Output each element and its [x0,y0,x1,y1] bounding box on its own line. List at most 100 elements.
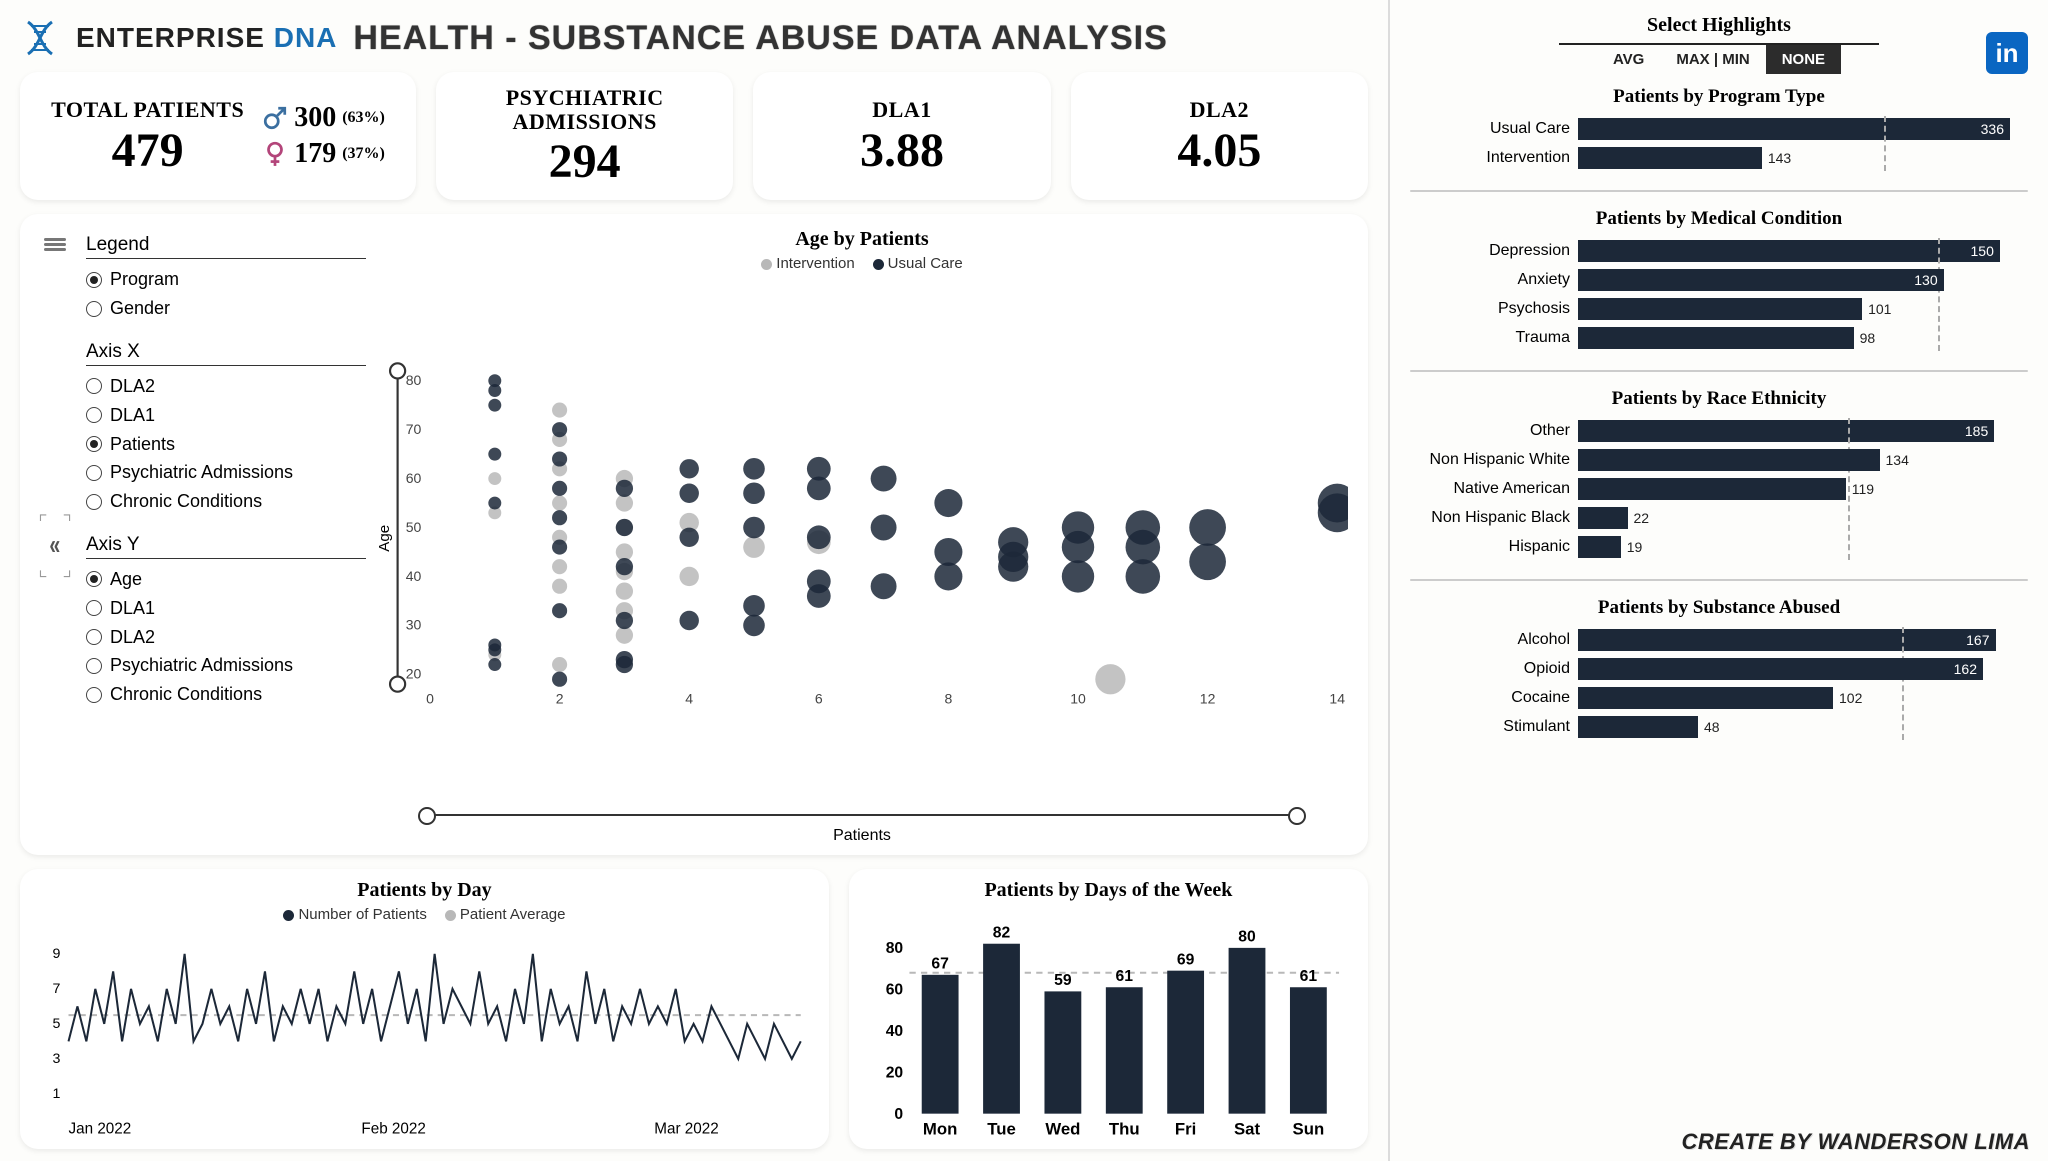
bracket-top-icon: ⌜ ⌝ [37,515,73,527]
x-range-slider[interactable] [425,809,1300,821]
svg-text:61: 61 [1115,968,1133,985]
svg-text:80: 80 [886,940,904,957]
patients-by-dow-chart[interactable]: 02040608067Mon82Tue59Wed61Thu69Fri80Sat6… [867,902,1350,1143]
hamburger-icon[interactable] [44,236,66,253]
male-row: 300 (63%) [262,102,385,134]
radio-option[interactable]: Age [86,565,366,594]
radio-icon [86,272,102,288]
radio-label: Chronic Conditions [110,487,262,516]
divider [1410,190,2028,192]
svg-text:3: 3 [52,1051,60,1067]
radio-icon [86,658,102,674]
radio-option[interactable]: Gender [86,294,366,323]
bar-value: 119 [1852,478,1874,500]
radio-option[interactable]: Chronic Conditions [86,487,366,516]
bar-row[interactable]: Psychosis101 [1410,298,2028,320]
svg-text:Age: Age [376,525,393,552]
divider [1410,370,2028,372]
divider [1410,579,2028,581]
svg-text:50: 50 [406,519,422,535]
bar-row[interactable]: Non Hispanic White134 [1410,449,2028,471]
radio-icon [86,378,102,394]
radio-option[interactable]: Program [86,265,366,294]
patients-by-day-chart[interactable]: 13579Jan 2022Feb 2022Mar 2022 [38,923,811,1143]
bar-fill: 336 [1578,118,2010,140]
bar-label: Alcohol [1410,631,1570,649]
legend-usual: Usual Care [873,255,963,272]
bar-fill [1578,327,1854,349]
legend-intervention: Intervention [761,255,854,272]
bar-row[interactable]: Non Hispanic Black22 [1410,507,2028,529]
bar-row[interactable]: Intervention143 [1410,147,2028,169]
svg-text:20: 20 [406,666,422,682]
svg-text:70: 70 [406,421,422,437]
bar-label: Intervention [1410,149,1570,167]
svg-text:Sat: Sat [1234,1120,1260,1139]
section-medical: Patients by Medical Condition Depression… [1410,204,2028,356]
kpi-total-patients: TOTAL PATIENTS 479 300 (63%) 179 (37%) [20,72,416,200]
section-substance: Patients by Substance Abused Alcohol167 O… [1410,593,2028,745]
radio-option[interactable]: DLA1 [86,594,366,623]
bar-label: Stimulant [1410,718,1570,736]
svg-text:4: 4 [685,691,693,707]
female-pct: (37%) [342,145,385,163]
bar-row[interactable]: Stimulant48 [1410,716,2028,738]
kpi-psych-label: PSYCHIATRIC ADMISSIONS [464,86,705,134]
highlight-option[interactable]: MAX | MIN [1660,45,1765,74]
svg-text:5: 5 [52,1016,60,1032]
bar-value: 134 [1886,449,1909,471]
radio-option[interactable]: DLA2 [86,623,366,652]
radio-icon [86,494,102,510]
collapse-icon[interactable]: « [50,529,61,561]
radio-label: Patients [110,430,175,459]
bar-row[interactable]: Native American119 [1410,478,2028,500]
radio-option[interactable]: Psychiatric Admissions [86,651,366,680]
radio-option[interactable]: DLA1 [86,401,366,430]
svg-text:67: 67 [931,956,949,973]
bar-row[interactable]: Depression150 [1410,240,2028,262]
radio-label: Gender [110,294,170,323]
radio-option[interactable]: Patients [86,430,366,459]
bar-value: 185 [1965,420,1988,442]
highlights-segmented[interactable]: AVGMAX | MINNONE [1559,43,1879,74]
bar-row[interactable]: Opioid162 [1410,658,2028,680]
section-race: Patients by Race Ethnicity Other185Non H… [1410,384,2028,565]
bar-label: Anxiety [1410,271,1570,289]
bar-label: Usual Care [1410,120,1570,138]
bar-row[interactable]: Hispanic19 [1410,536,2028,558]
bar-row[interactable]: Other 185 [1410,420,2028,442]
svg-text:Mar 2022: Mar 2022 [654,1121,718,1138]
bar-row[interactable]: Trauma98 [1410,327,2028,349]
radio-option[interactable]: Psychiatric Admissions [86,458,366,487]
bar-row[interactable]: Cocaine102 [1410,687,2028,709]
bar-fill [1578,478,1846,500]
highlight-option[interactable]: NONE [1766,45,1841,74]
svg-text:40: 40 [406,568,422,584]
bar-row[interactable]: Usual Care 336 [1410,118,2028,140]
radio-icon [86,687,102,703]
bar-row[interactable]: Alcohol167 [1410,629,2028,651]
bar-value: 101 [1868,298,1891,320]
section-medical-title: Patients by Medical Condition [1410,208,2028,230]
radio-option[interactable]: DLA2 [86,372,366,401]
svg-text:69: 69 [1177,951,1195,968]
radio-option[interactable]: Chronic Conditions [86,680,366,709]
bar-row[interactable]: Anxiety130 [1410,269,2028,291]
radio-label: Psychiatric Admissions [110,458,293,487]
scatter-chart[interactable]: 2030405060708002468101214Age [376,272,1348,805]
radio-label: DLA2 [110,372,155,401]
svg-text:30: 30 [406,617,422,633]
radio-label: Psychiatric Admissions [110,651,293,680]
svg-text:1: 1 [52,1086,60,1102]
linkedin-icon[interactable]: in [1986,32,2028,74]
scatter-title: Age by Patients [795,228,928,251]
male-pct: (63%) [342,109,385,127]
radio-label: Chronic Conditions [110,680,262,709]
section-substance-title: Patients by Substance Abused [1410,597,2028,619]
bar-label: Other [1410,422,1570,440]
section-program-title: Patients by Program Type [1410,86,2028,108]
highlight-option[interactable]: AVG [1597,45,1660,74]
svg-text:59: 59 [1054,972,1072,989]
svg-text:60: 60 [406,470,422,486]
scatter-xlabel: Patients [833,827,891,845]
